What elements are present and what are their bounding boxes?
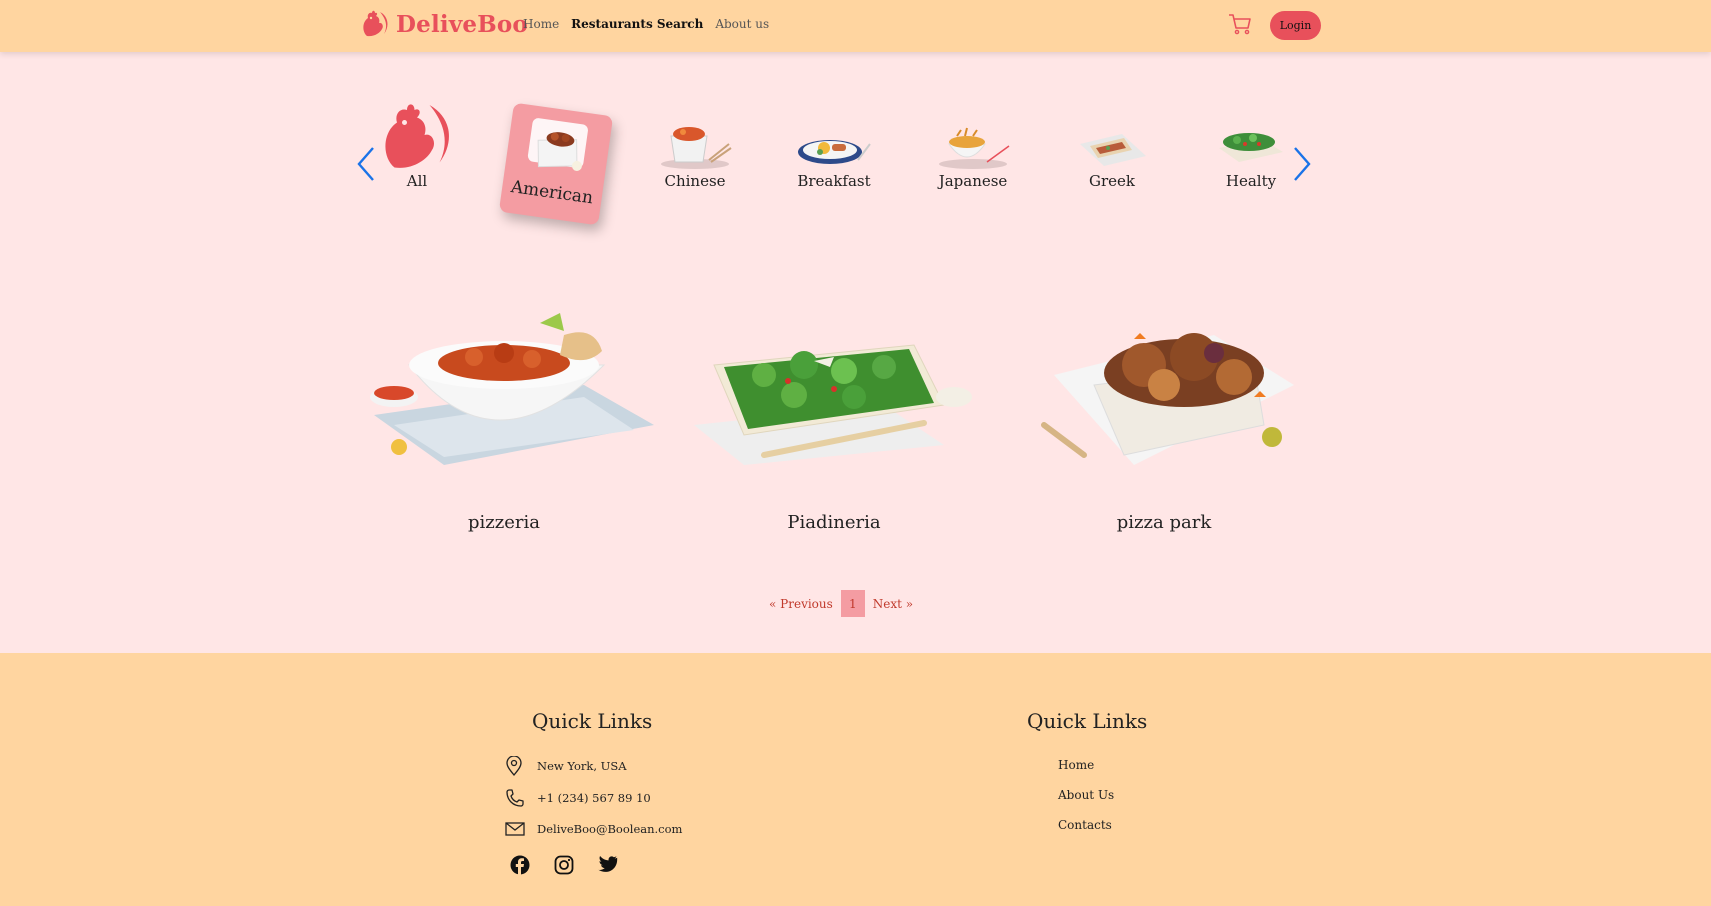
category-label: Chinese [664, 172, 726, 190]
breakfast-food-icon [798, 140, 871, 164]
phone-icon [506, 789, 524, 807]
pagination: « Previous 1 Next » [769, 590, 913, 617]
pagination-previous[interactable]: « Previous [769, 597, 833, 611]
rooster-logo-icon [385, 104, 449, 168]
category-label: Japanese [938, 172, 1008, 190]
brand-name: DeliveBoo [396, 10, 528, 38]
carousel-next-icon[interactable] [1292, 146, 1312, 182]
restaurant-card[interactable]: Piadineria [684, 300, 984, 533]
footer: Quick Links Quick Links [0, 653, 1711, 906]
category-breakfast[interactable]: Breakfast [779, 108, 889, 204]
envelope-icon [505, 822, 525, 836]
rooster-logo-icon [363, 10, 388, 37]
footer-links-title: Quick Links [1027, 709, 1148, 733]
footer-phone: +1 (234) 567 89 10 [505, 788, 651, 808]
navbar: DeliveBoo Home Restaurants Search About … [0, 0, 1711, 52]
twitter-icon[interactable] [598, 855, 618, 873]
category-chinese[interactable]: Chinese [640, 108, 750, 204]
category-healty[interactable]: Healty [1196, 108, 1306, 204]
footer-email-text: DeliveBoo@Boolean.com [537, 822, 683, 836]
nav-about-us[interactable]: About us [715, 17, 769, 31]
restaurant-name: pizza park [1116, 512, 1212, 533]
footer-link-contacts[interactable]: Contacts [1058, 818, 1112, 832]
category-american[interactable]: American [498, 102, 614, 226]
footer-contact-title: Quick Links [532, 709, 653, 733]
footer-email: DeliveBoo@Boolean.com [505, 821, 682, 837]
facebook-icon[interactable] [510, 855, 530, 875]
restaurant-name: pizzeria [468, 512, 540, 533]
restaurant-card[interactable]: pizzeria [354, 300, 654, 533]
restaurant-image [370, 313, 654, 465]
footer-link-home[interactable]: Home [1058, 758, 1094, 772]
cart-icon[interactable] [1228, 13, 1252, 35]
category-label: All [406, 172, 428, 190]
map-pin-icon [506, 756, 522, 776]
social-links [510, 855, 618, 875]
category-japanese[interactable]: Japanese [918, 108, 1028, 204]
login-button[interactable]: Login [1270, 11, 1321, 40]
category-all[interactable]: All [362, 104, 472, 204]
pagination-next[interactable]: Next » [873, 597, 913, 611]
category-label: Healty [1225, 172, 1277, 190]
footer-phone-text: +1 (234) 567 89 10 [537, 791, 651, 805]
nav-restaurants-search[interactable]: Restaurants Search [571, 17, 703, 31]
pagination-page-1[interactable]: 1 [840, 590, 865, 617]
category-label: Breakfast [797, 172, 871, 190]
chinese-food-icon [661, 127, 732, 169]
japanese-food-icon [939, 127, 1010, 169]
brand-logo[interactable]: DeliveBoo [360, 8, 528, 40]
salad-food-icon [1219, 133, 1283, 162]
instagram-icon[interactable] [554, 855, 574, 875]
footer-address-text: New York, USA [537, 759, 627, 773]
footer-link-about-us[interactable]: About Us [1058, 788, 1114, 802]
category-greek[interactable]: Greek [1057, 108, 1167, 204]
american-food-icon [527, 118, 588, 171]
footer-address: New York, USA [505, 756, 627, 776]
restaurant-name: Piadineria [787, 512, 881, 533]
restaurant-image [694, 344, 972, 465]
nav-home[interactable]: Home [523, 17, 559, 31]
restaurant-card[interactable]: pizza park [1014, 300, 1314, 533]
restaurant-image [1041, 333, 1294, 465]
main-nav: Home Restaurants Search About us [523, 17, 769, 31]
category-label: Greek [1089, 172, 1135, 190]
greek-food-icon [1080, 134, 1146, 166]
